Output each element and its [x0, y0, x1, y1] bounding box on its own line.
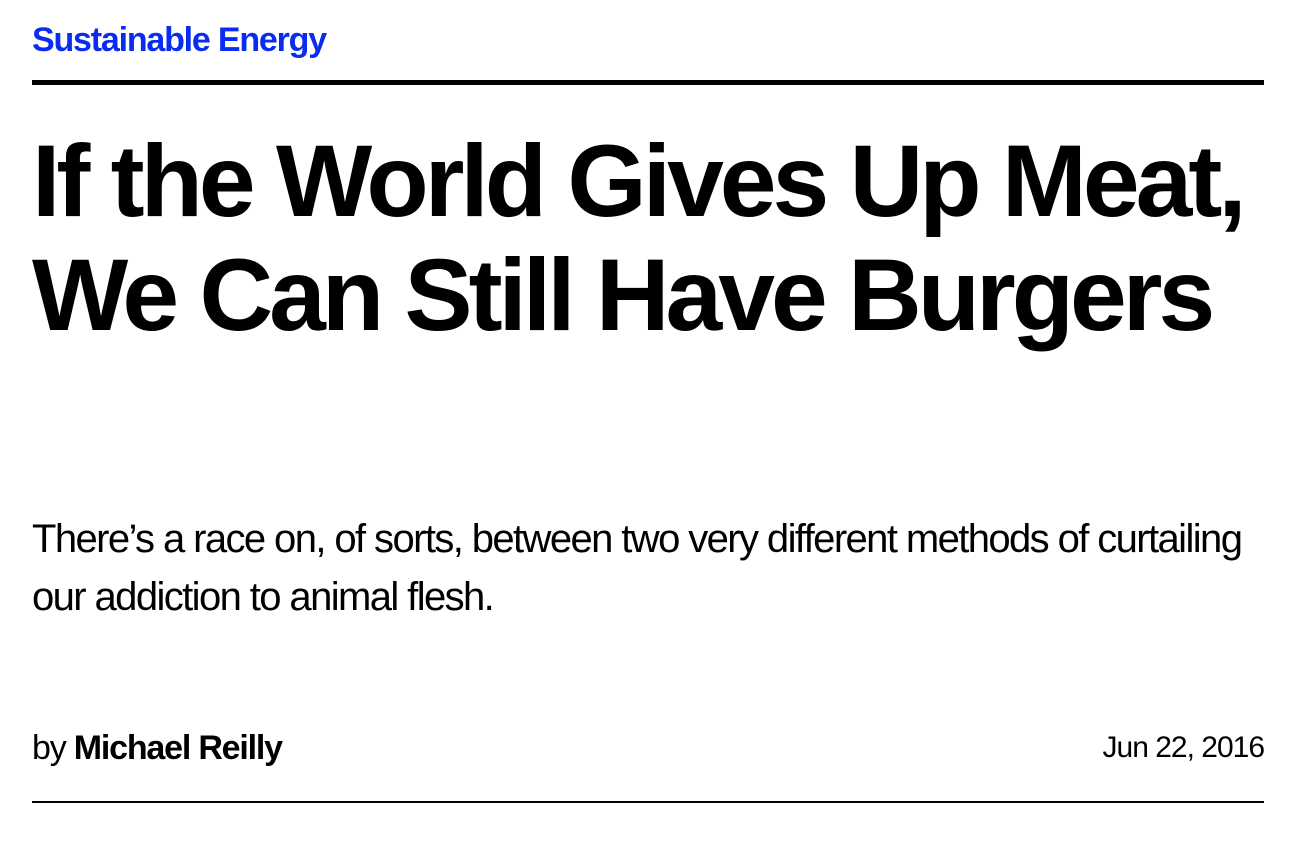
publish-date: Jun 22, 2016 [1102, 731, 1265, 764]
byline-prefix: by [32, 729, 67, 767]
article-dek: There’s a race on, of sorts, between two… [32, 517, 1243, 619]
byline: by Michael Reilly [32, 726, 283, 770]
bottom-divider [32, 801, 1264, 803]
top-divider [32, 80, 1264, 85]
article-headline: If the World Gives Up Meat, We Can Still… [32, 124, 1247, 352]
article-header: Sustainable Energy If the World Gives Up… [32, 0, 1265, 850]
author-link[interactable]: Michael Reilly [74, 729, 283, 767]
category-link[interactable]: Sustainable Energy [32, 18, 327, 62]
